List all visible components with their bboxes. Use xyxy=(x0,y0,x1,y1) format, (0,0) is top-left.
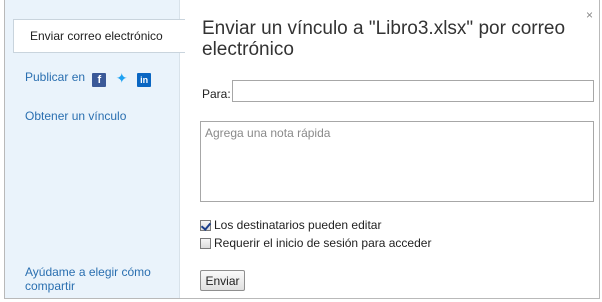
sidebar-item-label: Enviar correo electrónico xyxy=(30,29,163,43)
sidebar-item-label: Publicar en xyxy=(25,70,86,84)
require-signin-label: Requerir el inicio de sesión para accede… xyxy=(214,236,432,250)
allow-edit-checkbox[interactable] xyxy=(200,219,211,231)
allow-edit-option[interactable]: Los destinatarios pueden editar xyxy=(200,218,381,232)
close-icon[interactable]: × xyxy=(586,8,593,22)
to-label: Para: xyxy=(202,87,231,101)
linkedin-icon[interactable]: in xyxy=(137,73,152,87)
to-input[interactable] xyxy=(232,80,594,102)
require-signin-option[interactable]: Requerir el inicio de sesión para accede… xyxy=(200,236,431,250)
sidebar-item-publish[interactable]: Publicar en f ✦ in xyxy=(25,70,152,87)
sidebar-item-get-link[interactable]: Obtener un vínculo xyxy=(25,109,126,123)
help-link[interactable]: Ayúdame a elegir cómo compartir xyxy=(25,265,165,293)
share-sidebar: Enviar correo electrónico Publicar en f … xyxy=(5,0,185,298)
sidebar-item-email[interactable]: Enviar correo electrónico xyxy=(13,19,185,53)
require-signin-checkbox[interactable] xyxy=(200,237,211,249)
note-textarea[interactable] xyxy=(200,121,594,202)
twitter-icon[interactable]: ✦ xyxy=(114,71,130,85)
allow-edit-label: Los destinatarios pueden editar xyxy=(214,218,382,232)
sidebar-item-label: Obtener un vínculo xyxy=(25,109,127,123)
facebook-icon[interactable]: f xyxy=(92,73,107,87)
dialog-title: Enviar un vínculo a "Libro3.xlsx" por co… xyxy=(202,18,566,60)
send-button[interactable]: Enviar xyxy=(200,270,245,291)
